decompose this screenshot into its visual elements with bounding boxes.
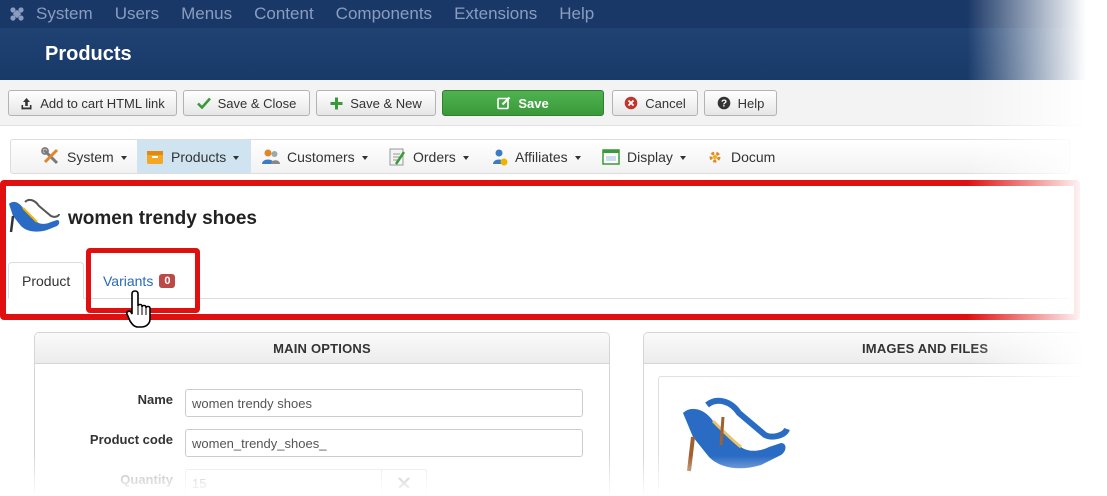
product-name: women trendy shoes: [68, 208, 257, 229]
svg-text:?: ?: [721, 99, 727, 110]
orders-icon: [389, 148, 406, 165]
tab-variants-label: Variants: [103, 272, 154, 289]
cancel-label: Cancel: [645, 95, 686, 111]
image-gallery: [658, 376, 1107, 496]
nav-customers[interactable]: Customers: [253, 140, 376, 173]
display-icon: [602, 148, 620, 165]
users-icon: [262, 149, 280, 164]
nav-products[interactable]: Products: [137, 140, 251, 173]
menu-help[interactable]: Help: [559, 4, 594, 24]
component-nav: System Products Customers Orders Affilia…: [10, 139, 1070, 174]
menu-extensions[interactable]: Extensions: [454, 4, 537, 24]
save-new-button[interactable]: Save & New: [316, 90, 436, 116]
nav-display-label: Display: [627, 148, 673, 165]
product-image-shoe-icon[interactable]: [681, 395, 791, 473]
quantity-clear-button[interactable]: [381, 469, 427, 496]
nav-orders-label: Orders: [413, 148, 456, 165]
product-thumbnail-shoe-icon: [9, 198, 60, 233]
edit-icon: [497, 96, 511, 110]
help-label: Help: [737, 95, 765, 111]
docs-icon: [709, 151, 721, 162]
chevron-down-icon: [120, 155, 127, 160]
save-close-label: Save & Close: [217, 95, 297, 111]
tab-product-label: Product: [22, 272, 71, 289]
quantity-row: Quantity 15: [35, 469, 609, 496]
nav-affiliates-label: Affiliates: [515, 148, 568, 165]
product-code-value: women_trendy_shoes_: [192, 435, 327, 451]
chevron-down-icon: [361, 155, 368, 160]
joomla-logo-icon[interactable]: [0, 0, 34, 28]
variants-count-badge: 0: [159, 273, 176, 288]
add-to-cart-html-button[interactable]: Add to cart HTML link: [8, 90, 177, 116]
menu-users[interactable]: Users: [115, 4, 159, 24]
nav-affiliates[interactable]: Affiliates: [481, 140, 589, 173]
main-options-heading: MAIN OPTIONS: [35, 333, 609, 364]
nav-products-label: Products: [171, 148, 227, 165]
main-options-panel: MAIN OPTIONS Name women trendy shoes Pro…: [34, 332, 610, 496]
images-files-panel: IMAGES AND FILES: [643, 332, 1107, 496]
nav-documentation-label: Docum: [731, 148, 776, 165]
quantity-value: 15: [192, 475, 207, 491]
name-field[interactable]: women trendy shoes: [185, 389, 583, 417]
checkmark-icon: [196, 97, 211, 109]
add-to-cart-html-label: Add to cart HTML link: [40, 95, 165, 111]
admin-menubar: System Users Menus Content Components Ex…: [0, 0, 1107, 28]
tab-product[interactable]: Product: [8, 262, 85, 299]
images-files-heading: IMAGES AND FILES: [644, 333, 1107, 364]
product-code-row: Product code women_trendy_shoes_: [35, 429, 609, 459]
tools-icon: [41, 146, 59, 164]
plus-icon: [330, 97, 343, 109]
chevron-down-icon: [679, 155, 686, 160]
nav-display[interactable]: Display: [593, 140, 694, 173]
nav-orders[interactable]: Orders: [379, 140, 477, 173]
upload-icon: [21, 97, 32, 109]
title-band: Products: [0, 28, 1107, 80]
name-row: Name women trendy shoes: [35, 389, 609, 419]
menu-components[interactable]: Components: [336, 4, 432, 24]
nav-documentation[interactable]: Docum: [697, 140, 783, 173]
chevron-down-icon: [233, 155, 240, 160]
box-icon: [147, 150, 163, 164]
nav-customers-label: Customers: [287, 148, 355, 165]
menu-content[interactable]: Content: [254, 4, 314, 24]
menu-system[interactable]: System: [36, 4, 93, 24]
quantity-label: Quantity: [120, 472, 173, 487]
save-label: Save: [518, 95, 549, 111]
product-code-field[interactable]: women_trendy_shoes_: [185, 429, 583, 457]
cancel-button[interactable]: Cancel: [612, 90, 698, 116]
product-header: women trendy shoes Product Variants 0: [0, 180, 1080, 318]
help-button[interactable]: ? Help: [704, 90, 777, 116]
cancel-icon: [624, 96, 638, 110]
app-root: System Users Menus Content Components Ex…: [0, 0, 1107, 496]
chevron-down-icon: [462, 155, 469, 160]
affiliates-icon: [493, 149, 508, 165]
nav-system-label: System: [67, 148, 114, 165]
page-title: Products: [45, 43, 132, 65]
hand-cursor-icon: [126, 290, 151, 328]
chevron-down-icon: [574, 155, 581, 160]
menu-menus[interactable]: Menus: [181, 4, 232, 24]
name-field-value: women trendy shoes: [192, 395, 312, 411]
toolbar: Add to cart HTML link Save & Close Save …: [0, 80, 1107, 126]
close-icon: [398, 477, 410, 489]
nav-system[interactable]: System: [33, 140, 135, 173]
save-button[interactable]: Save: [442, 90, 604, 116]
product-code-label: Product code: [89, 432, 173, 447]
name-label: Name: [137, 392, 173, 407]
save-new-label: Save & New: [350, 95, 422, 111]
save-close-button[interactable]: Save & Close: [183, 90, 310, 116]
help-icon: ?: [717, 96, 730, 110]
